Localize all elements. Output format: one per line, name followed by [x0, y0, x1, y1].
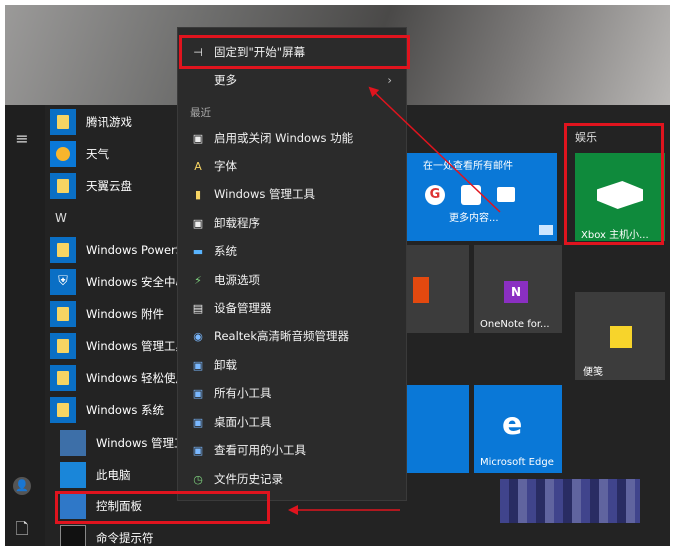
annotation-arrows [288, 86, 501, 515]
arrow-to-more [368, 86, 501, 213]
